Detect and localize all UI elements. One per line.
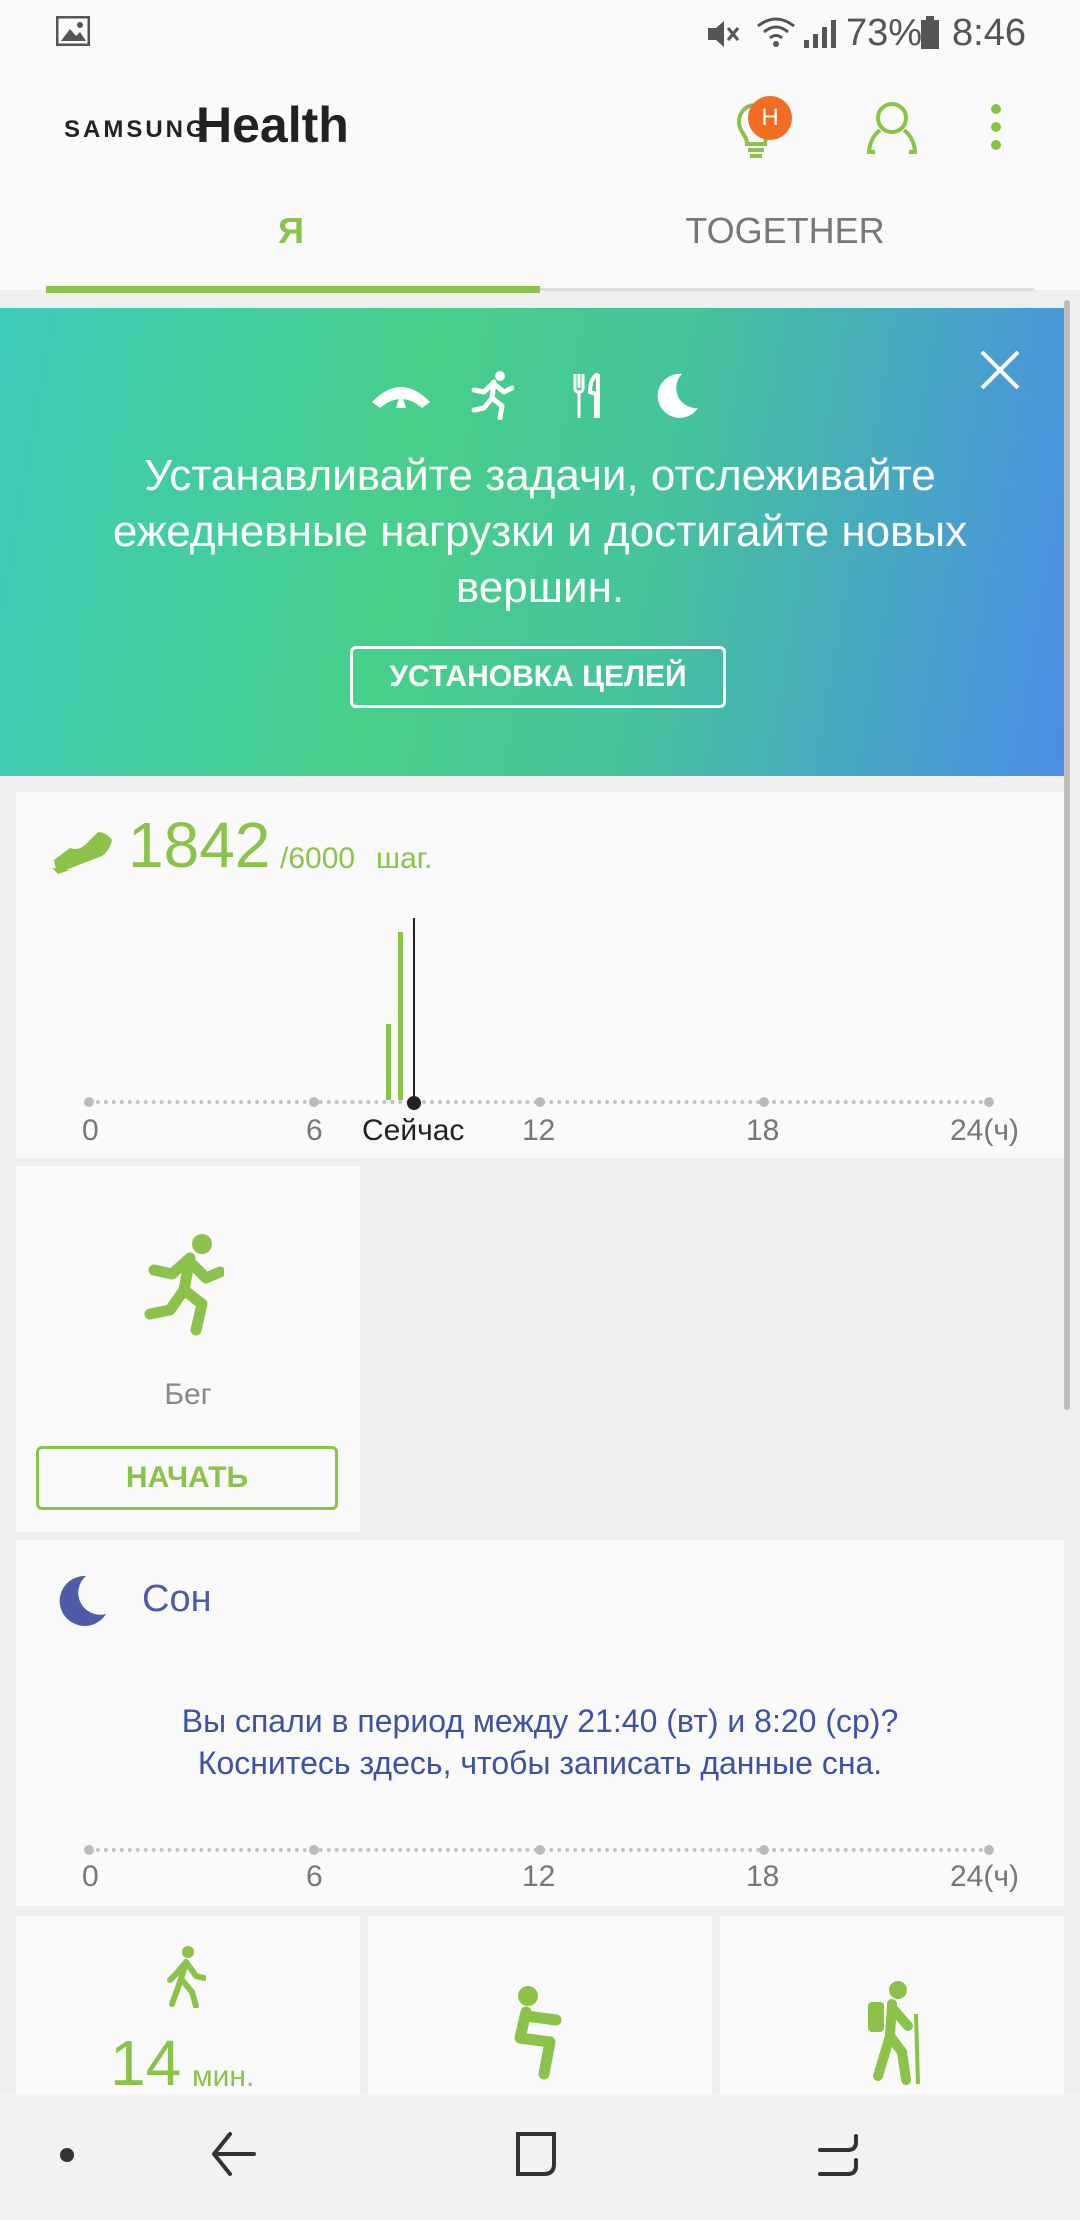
running-label: Бег [164,1378,212,1411]
now-marker-line [413,918,415,1102]
tab-divider [540,288,1034,291]
back-icon[interactable] [210,2130,256,2178]
axis-tick [535,1097,545,1107]
profile-icon[interactable] [866,100,918,156]
home-icon[interactable] [514,2130,558,2178]
banner-text: Устанавливайте задачи, отслеживайте ежед… [112,451,968,612]
active-tab-indicator [46,286,540,293]
walking-unit: мин. [192,2060,255,2093]
running-icon [144,1234,224,1336]
recent-apps-icon[interactable] [816,2132,860,2178]
food-icon [573,372,600,418]
tab-me[interactable]: Я [46,210,536,252]
app-header [0,70,1080,290]
steps-axis-label: 18 [746,1114,780,1147]
sleep-moon-icon [59,1575,106,1626]
steps-axis-label: 24(ч) [950,1114,1019,1147]
nav-dot-icon[interactable] [60,2148,74,2162]
sleep-axis-label: 18 [746,1860,780,1893]
axis-tick [84,1845,94,1855]
steps-axis-label: 12 [522,1114,556,1147]
status-bar: 73% 8:46 [0,0,1080,70]
steps-bar [386,1024,391,1100]
axis-tick [984,1097,994,1107]
goals-banner: Устанавливайте задачи, отслеживайте ежед… [0,308,1066,776]
axis-tick [759,1097,769,1107]
axis-tick [759,1845,769,1855]
brand-samsung: SAMSUNG [64,116,208,143]
tab-together[interactable]: TOGETHER [540,210,1030,252]
axis-tick [84,1097,94,1107]
running-icon [471,371,514,420]
mute-icon [708,21,740,47]
steps-bar [398,932,403,1100]
start-running-button[interactable]: НАЧАТЬ [36,1446,338,1510]
axis-tick [984,1845,994,1855]
steps-axis-label: 6 [306,1114,323,1147]
battery-icon [921,16,939,49]
moon-icon [657,373,698,418]
close-banner-icon[interactable] [978,348,1022,392]
sleep-axis-label: 0 [82,1860,99,1893]
signal-icon [804,20,836,48]
gauge-icon [372,387,430,408]
steps-goal: /6000 [280,842,356,875]
sleep-prompt[interactable]: Вы спали в период между 21:40 (вт) и 8:2… [60,1700,1020,1784]
walking-minutes: 14 [110,2027,182,2099]
scrollbar[interactable] [1064,300,1070,1410]
axis-tick [309,1097,319,1107]
axis-tick [309,1845,319,1855]
walking-icon [167,1946,206,2008]
steps-count: 1842 [128,809,271,881]
notification-badge: H [748,96,792,140]
squat-icon [514,1986,562,2080]
sleep-axis-label: 6 [306,1860,323,1893]
steps-unit: шаг. [376,842,433,875]
tips-button[interactable]: H [732,96,802,166]
axis-tick [535,1845,545,1855]
sleep-prompt-line: Вы спали в период между 21:40 (вт) и 8:2… [181,1703,899,1739]
wifi-icon [757,17,795,47]
more-options-icon[interactable] [986,102,1006,152]
sleep-axis-label: 24(ч) [950,1860,1019,1893]
now-marker-dot [407,1096,421,1110]
sleep-axis-label: 12 [522,1860,556,1893]
steps-axis-label: 0 [82,1114,99,1147]
steps-axis-now-label: Сейчас [362,1114,465,1147]
brand-health: Health [196,97,349,153]
battery-percentage: 73% [846,12,923,54]
set-goals-button[interactable]: УСТАНОВКА ЦЕЛЕЙ [350,646,726,708]
clock: 8:46 [952,12,1026,54]
hiking-icon [868,1981,920,2085]
shoe-icon [52,832,112,874]
gallery-notification-icon [56,16,90,46]
sleep-prompt-line: Коснитесь здесь, чтобы записать данные с… [197,1745,883,1781]
sleep-title: Сон [142,1578,212,1620]
